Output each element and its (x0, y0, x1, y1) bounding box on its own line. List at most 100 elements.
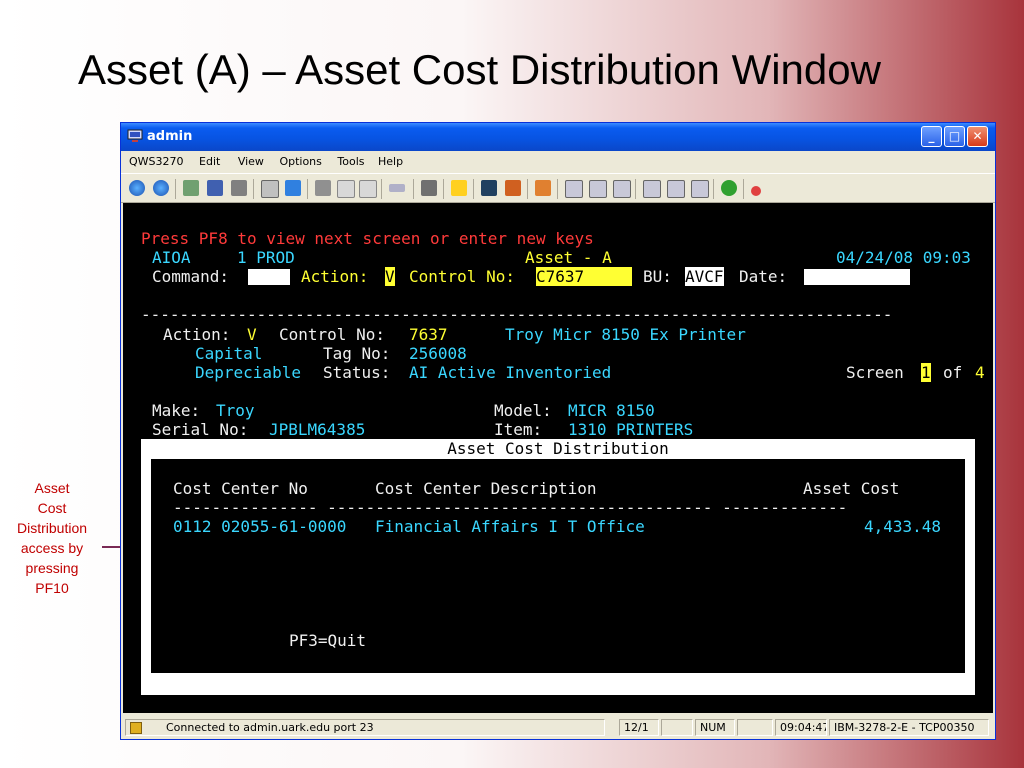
divider-line: ----------------------------------------… (141, 305, 893, 324)
row-description: Financial Affairs I T Office (375, 517, 645, 536)
home-icon[interactable] (535, 180, 551, 196)
app-monitor-icon (127, 129, 143, 142)
warning-icon[interactable] (451, 180, 467, 196)
serial-label: Serial No: (152, 420, 249, 439)
window-title: admin (147, 129, 193, 144)
control-input[interactable]: C7637 (536, 267, 632, 286)
col-header-cost-center: Cost Center No (173, 479, 308, 498)
col-header-asset-cost: Asset Cost (803, 479, 900, 498)
menu-options[interactable]: Options (279, 155, 321, 168)
session2-icon[interactable] (667, 180, 685, 198)
make-label: Make: (152, 401, 201, 420)
asset-description: Troy Micr 8150 Ex Printer (505, 325, 746, 344)
note-line: PF10 (35, 580, 69, 596)
tag-label: Tag No: (323, 344, 391, 363)
screen-label: Screen (846, 363, 904, 382)
globe-disconnect-icon[interactable] (153, 180, 169, 196)
record-icon[interactable] (505, 180, 521, 196)
screen-current[interactable]: 1 (921, 363, 931, 382)
note-line: Asset (34, 480, 70, 496)
screen-total: 4 (975, 363, 985, 382)
enter-icon[interactable] (565, 180, 583, 198)
font-icon[interactable] (261, 180, 279, 198)
connection-status: Connected to admin.uark.edu port 23 (125, 719, 605, 736)
action-label: Action: (301, 267, 369, 286)
minimize-button[interactable]: _ (921, 126, 942, 147)
num-lock-indicator: NUM (695, 719, 735, 736)
tag-value: 256008 (409, 344, 467, 363)
col-header-description: Cost Center Description (375, 479, 597, 498)
lock-icon (130, 722, 142, 734)
note-line: pressing (25, 560, 79, 576)
session3-icon[interactable] (691, 180, 709, 198)
macro-icon[interactable] (421, 180, 437, 196)
date-input[interactable] (804, 269, 910, 285)
row-cost-center: 0112 02055-61-0000 (173, 517, 347, 536)
printer-icon[interactable] (231, 180, 247, 196)
copy-icon[interactable] (337, 180, 355, 198)
title-bar[interactable]: admin _ □ ✕ (121, 123, 995, 151)
connection-text: Connected to admin.uark.edu port 23 (166, 721, 374, 734)
screen-of: of (943, 363, 963, 382)
paste-icon[interactable] (359, 180, 377, 198)
keyboard-icon[interactable] (389, 184, 405, 192)
detail-action-value: V (247, 325, 257, 344)
screen-name: Asset - A (525, 248, 612, 267)
header-underline: --------------- ------------------------… (173, 498, 848, 517)
close-button[interactable]: ✕ (967, 126, 988, 147)
terminal-type: IBM-3278-2-E - TCP00350 (829, 719, 989, 736)
control-label: Control No: (409, 267, 515, 286)
status-time: 09:04:47 (775, 719, 827, 736)
receive-icon[interactable] (613, 180, 631, 198)
status-bar: Connected to admin.uark.edu port 23 12/1… (121, 717, 995, 739)
popup-body: Cost Center No Cost Center Description A… (151, 459, 965, 673)
detail-action-label: Action: (163, 325, 231, 344)
menu-help[interactable]: Help (378, 155, 403, 168)
menu-view[interactable]: View (238, 155, 264, 168)
capital-label: Capital (195, 344, 263, 363)
quit-hint: PF3=Quit (289, 631, 367, 650)
depreciable-label: Depreciable (195, 363, 301, 382)
status-label: Status: (323, 363, 391, 382)
bu-label: BU: (643, 267, 672, 286)
send-icon[interactable] (589, 180, 607, 198)
question-icon[interactable] (285, 180, 301, 196)
transfer-icon[interactable] (183, 180, 199, 196)
cut-icon[interactable] (315, 180, 331, 196)
status-value: AI Active Inventoried (409, 363, 612, 382)
menu-tools[interactable]: Tools (337, 155, 364, 168)
datetime: 04/24/08 09:03 (836, 248, 971, 267)
note-line: Distribution (16, 520, 88, 536)
cost-distribution-popup: Asset Cost Distribution Cost Center No C… (141, 439, 975, 695)
date-label: Date: (739, 267, 788, 286)
region-label: 1 PROD (237, 248, 295, 267)
leaf-icon[interactable] (721, 180, 737, 196)
menu-qws3270[interactable]: QWS3270 (129, 155, 184, 168)
model-label: Model: (494, 401, 552, 420)
action-input[interactable]: V (385, 267, 395, 286)
popup-title: Asset Cost Distribution (447, 439, 669, 458)
terminal-message: Press PF8 to view next screen or enter n… (141, 229, 594, 248)
annotation-note: Asset Cost Distribution access by pressi… (4, 478, 100, 598)
session1-icon[interactable] (643, 180, 661, 198)
system-id: AIOA (152, 248, 191, 267)
bu-input[interactable]: AVCF (685, 267, 724, 286)
item-label: Item: (494, 420, 543, 439)
status-empty2 (737, 719, 773, 736)
globe-icon[interactable] (129, 180, 145, 196)
maximize-button[interactable]: □ (944, 126, 965, 147)
toolbar (121, 173, 995, 203)
menu-edit[interactable]: Edit (199, 155, 220, 168)
terminal-screen[interactable]: Press PF8 to view next screen or enter n… (123, 203, 993, 713)
note-line: Cost (37, 500, 67, 516)
command-input[interactable] (248, 269, 290, 285)
slide-title: Asset (A) – Asset Cost Distribution Wind… (78, 46, 881, 93)
monitor-icon[interactable] (207, 180, 223, 196)
row-asset-cost: 4,433.48 (863, 517, 941, 536)
item-value: 1310 PRINTERS (568, 420, 694, 439)
spell-icon[interactable] (751, 186, 761, 196)
terminal-icon[interactable] (481, 180, 497, 196)
command-label: Command: (152, 267, 230, 286)
cursor-position: 12/1 (619, 719, 659, 736)
model-value: MICR 8150 (568, 401, 655, 420)
